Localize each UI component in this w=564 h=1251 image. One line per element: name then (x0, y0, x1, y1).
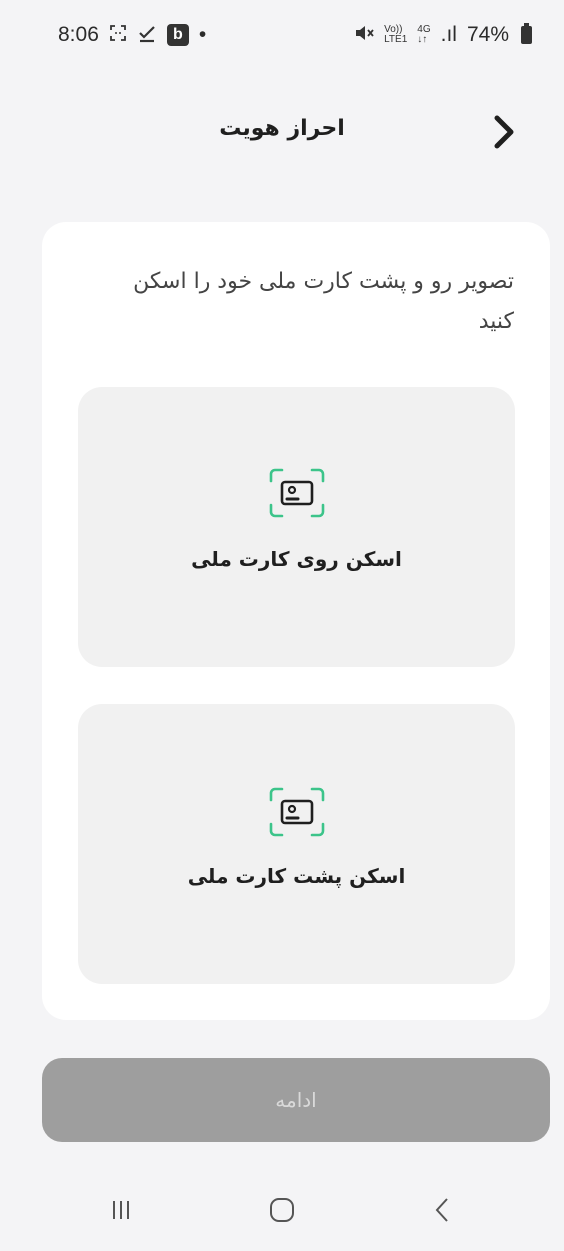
continue-button[interactable]: ادامه (42, 1058, 550, 1142)
volte-indicator: Vo)) LTE1 (384, 25, 407, 45)
battery-percent: 74% (466, 23, 509, 46)
chevron-left-icon (435, 1197, 449, 1222)
home-button[interactable] (252, 1185, 312, 1235)
status-bar: 8:06 b • Vo)) LTE1 4G ↓↑ .ıl 74% (0, 0, 564, 70)
system-nav-bar (0, 1168, 564, 1251)
id-card-scan-icon (269, 468, 324, 518)
volte-bottom: LTE1 (384, 34, 408, 45)
chevron-right-icon (494, 115, 514, 149)
notification-dot: • (198, 23, 207, 46)
instruction-text: تصویر رو و پشت کارت ملی خود را اسکن کنید (133, 269, 514, 334)
status-right: Vo)) LTE1 4G ↓↑ .ıl 74% (354, 23, 532, 47)
scan-back-button[interactable]: اسکن پشت کارت ملی (78, 704, 515, 984)
home-icon (269, 1197, 294, 1222)
scan-back-label: اسکن پشت کارت ملی (187, 864, 406, 888)
page-title: احراز هویت (219, 116, 345, 141)
mute-icon (354, 24, 374, 47)
screenshot-icon (109, 24, 127, 47)
recent-apps-button[interactable] (91, 1185, 151, 1235)
network-gen-indicator: 4G ↓↑ (417, 25, 430, 45)
battery-icon (521, 23, 532, 44)
header: احراز هویت (0, 100, 564, 164)
id-verification-card: تصویر رو و پشت کارت ملی خود را اسکن کنید… (42, 222, 550, 1020)
system-back-button[interactable] (413, 1185, 473, 1235)
app-badge-icon: b (166, 24, 189, 46)
recent-apps-icon (112, 1200, 129, 1219)
status-time: 8:06 (58, 23, 99, 46)
scan-front-button[interactable]: اسکن روی کارت ملی (78, 387, 515, 667)
id-card-scan-icon (269, 787, 324, 837)
download-done-icon (137, 23, 157, 48)
status-left: 8:06 b • (58, 23, 206, 48)
network-gen-bottom: ↓↑ (417, 34, 428, 45)
scan-front-label: اسکن روی کارت ملی (191, 547, 402, 571)
signal-icon: .ıl (440, 23, 457, 46)
back-button[interactable] (484, 110, 524, 154)
